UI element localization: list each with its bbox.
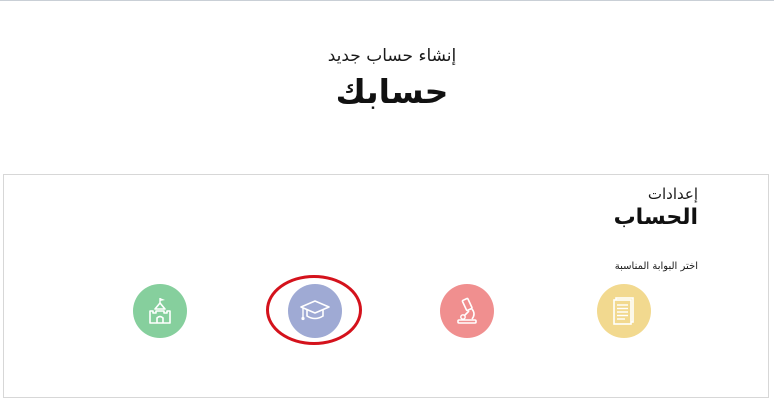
page-subtitle: إنشاء حساب جديد [327,46,457,66]
page-title: حسابك [335,72,449,111]
castle-icon [146,296,174,326]
graduation-cap-icon [299,297,331,325]
choose-portal-hint: اختر البوابة المناسبة [614,261,698,272]
portal-science-button[interactable] [440,284,494,338]
portal-kids-button[interactable] [133,284,187,338]
microscope-icon [453,296,481,326]
document-icon [611,296,637,326]
page-header: إنشاء حساب جديد حسابك [0,0,774,170]
card-subtitle: إعدادات [647,185,698,203]
card-title: الحساب [613,205,698,230]
portal-university-button[interactable] [288,284,342,338]
account-settings-card: إعدادات الحساب اختر البوابة المناسبة [3,174,769,398]
portal-document-button[interactable] [597,284,651,338]
